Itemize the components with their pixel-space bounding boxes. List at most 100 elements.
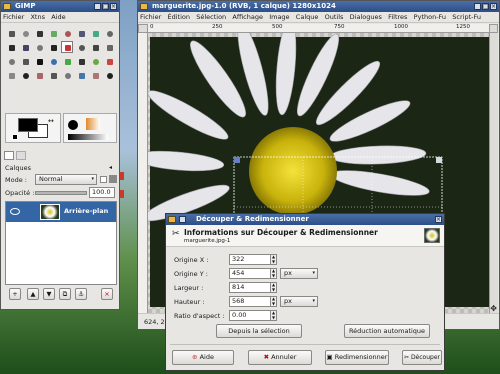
height-spinner[interactable]: ▲ ▼ bbox=[270, 296, 277, 307]
opacity-slider[interactable] bbox=[35, 191, 87, 195]
menu-python-fu[interactable]: Python-Fu bbox=[412, 12, 448, 23]
menu-fichier[interactable]: Fichier bbox=[1, 12, 26, 23]
origin-unit-select[interactable]: px ▾ bbox=[280, 268, 318, 279]
raise-layer-button[interactable]: ▲ bbox=[27, 288, 39, 300]
layer-row[interactable]: Arrière-plan bbox=[6, 202, 116, 222]
image-titlebar[interactable]: marguerite.jpg-1.0 (RVB, 1 calque) 1280x… bbox=[138, 1, 499, 12]
text-icon[interactable] bbox=[33, 55, 45, 67]
perspective-clone-icon[interactable] bbox=[61, 69, 73, 81]
minimize-icon[interactable]: _ bbox=[474, 3, 481, 10]
dock-menu-icon[interactable]: ◂ bbox=[109, 164, 112, 171]
measure-icon[interactable] bbox=[33, 41, 45, 53]
image-window-menu-icon[interactable] bbox=[140, 3, 148, 10]
origin-y-input[interactable]: 454 bbox=[229, 268, 272, 279]
help-button[interactable]: ⊕ Aide bbox=[172, 350, 234, 365]
crop-button[interactable]: ✂ Découper bbox=[402, 350, 442, 365]
close-icon[interactable]: × bbox=[110, 3, 117, 10]
aspect-ratio-spinner[interactable]: ▲ ▼ bbox=[270, 310, 277, 321]
width-spinner[interactable]: ▲ ▼ bbox=[270, 282, 277, 293]
pattern-preview[interactable] bbox=[86, 118, 100, 130]
scissors-icon[interactable] bbox=[75, 27, 87, 39]
origin-x-spinner[interactable]: ▲ ▼ bbox=[270, 254, 277, 265]
height-input[interactable]: 568 bbox=[229, 296, 272, 307]
rect-select-icon[interactable] bbox=[5, 27, 17, 39]
origin-y-spinner[interactable]: ▲ ▼ bbox=[270, 268, 277, 279]
foreground-color-swatch[interactable] bbox=[18, 118, 38, 132]
swap-colors-icon[interactable]: ↔ bbox=[48, 117, 54, 125]
menu-outils[interactable]: Outils bbox=[323, 12, 346, 23]
airbrush-icon[interactable] bbox=[5, 69, 17, 81]
eye-icon[interactable] bbox=[10, 208, 20, 215]
layer-name[interactable]: Arrière-plan bbox=[64, 207, 108, 216]
origin-x-input[interactable]: 322 bbox=[229, 254, 272, 265]
duplicate-layer-button[interactable]: ⧉ bbox=[59, 288, 71, 300]
dialog-pin-icon[interactable] bbox=[179, 216, 186, 223]
width-input[interactable]: 814 bbox=[229, 282, 272, 293]
aspect-ratio-input[interactable]: 0.00 bbox=[229, 310, 272, 321]
size-unit-select[interactable]: px ▾ bbox=[280, 296, 318, 307]
layer-mode-select[interactable]: Normal ▾ bbox=[35, 174, 97, 185]
rotate-icon[interactable] bbox=[75, 41, 87, 53]
lock-alpha-checkbox[interactable] bbox=[100, 176, 107, 183]
minimize-icon[interactable]: _ bbox=[94, 3, 101, 10]
close-icon[interactable]: × bbox=[435, 216, 442, 223]
lower-layer-button[interactable]: ▼ bbox=[43, 288, 55, 300]
fuzzy-select-icon[interactable] bbox=[47, 27, 59, 39]
scale-icon[interactable] bbox=[89, 41, 101, 53]
bucket-fill-icon[interactable] bbox=[47, 55, 59, 67]
smudge-icon[interactable] bbox=[89, 69, 101, 81]
pencil-icon[interactable] bbox=[75, 55, 87, 67]
perspective-icon[interactable] bbox=[5, 55, 17, 67]
ink-icon[interactable] bbox=[19, 69, 31, 81]
brush-preview[interactable] bbox=[68, 120, 78, 130]
menu-script-fu[interactable]: Script-Fu bbox=[450, 12, 483, 23]
brushes-tab-icon[interactable] bbox=[16, 151, 26, 160]
paths-icon[interactable] bbox=[103, 27, 115, 39]
menu-filtres[interactable]: Filtres bbox=[386, 12, 409, 23]
dialog-titlebar[interactable]: Découper & Redimensionner bbox=[166, 214, 444, 225]
menu-selection[interactable]: Sélection bbox=[194, 12, 228, 23]
zoom-icon[interactable] bbox=[19, 41, 31, 53]
close-icon[interactable]: × bbox=[490, 3, 497, 10]
menu-aide[interactable]: Aide bbox=[49, 12, 67, 23]
menu-fichier[interactable]: Fichier bbox=[138, 12, 163, 23]
paintbrush-icon[interactable] bbox=[89, 55, 101, 67]
dialog-window-icon[interactable] bbox=[168, 216, 176, 223]
menu-calque[interactable]: Calque bbox=[294, 12, 321, 23]
menu-image[interactable]: Image bbox=[267, 12, 291, 23]
blend-icon[interactable] bbox=[61, 55, 73, 67]
layers-tab-icon[interactable] bbox=[4, 151, 14, 160]
ellipse-select-icon[interactable] bbox=[19, 27, 31, 39]
menu-xtns[interactable]: Xtns bbox=[28, 12, 47, 23]
color-picker-icon[interactable] bbox=[5, 41, 17, 53]
shear-icon[interactable] bbox=[103, 41, 115, 53]
new-layer-button[interactable]: + bbox=[9, 288, 21, 300]
from-selection-button[interactable]: Depuis la sélection bbox=[216, 324, 302, 338]
crop-icon[interactable] bbox=[61, 41, 73, 53]
default-colors-icon[interactable] bbox=[12, 134, 18, 140]
maximize-icon[interactable]: □ bbox=[102, 3, 109, 10]
quick-mask-corner-icon[interactable] bbox=[138, 24, 148, 33]
navigate-icon[interactable]: ✥ bbox=[490, 304, 497, 313]
gradient-preview[interactable] bbox=[68, 134, 108, 140]
flip-icon[interactable] bbox=[19, 55, 31, 67]
auto-shrink-button[interactable]: Réduction automatique bbox=[344, 324, 430, 338]
blur-icon[interactable] bbox=[75, 69, 87, 81]
delete-layer-button[interactable]: × bbox=[101, 288, 113, 300]
resize-button[interactable]: ▣ Redimensionner bbox=[325, 350, 389, 365]
foreground-select-icon[interactable] bbox=[89, 27, 101, 39]
cancel-button[interactable]: ✖ Annuler bbox=[248, 350, 312, 365]
menu-affichage[interactable]: Affichage bbox=[230, 12, 265, 23]
menu-edition[interactable]: Édition bbox=[165, 12, 192, 23]
clone-icon[interactable] bbox=[33, 69, 45, 81]
maximize-icon[interactable]: □ bbox=[482, 3, 489, 10]
opacity-value-input[interactable]: 100.0 bbox=[89, 187, 115, 198]
navigate-corner-icon[interactable] bbox=[489, 24, 498, 33]
color-select-icon[interactable] bbox=[61, 27, 73, 39]
menu-dialogues[interactable]: Dialogues bbox=[348, 12, 384, 23]
move-icon[interactable] bbox=[47, 41, 59, 53]
eraser-icon[interactable] bbox=[103, 55, 115, 67]
vertical-scrollbar[interactable] bbox=[489, 33, 498, 313]
heal-icon[interactable] bbox=[47, 69, 59, 81]
window-menu-icon[interactable] bbox=[3, 3, 11, 10]
